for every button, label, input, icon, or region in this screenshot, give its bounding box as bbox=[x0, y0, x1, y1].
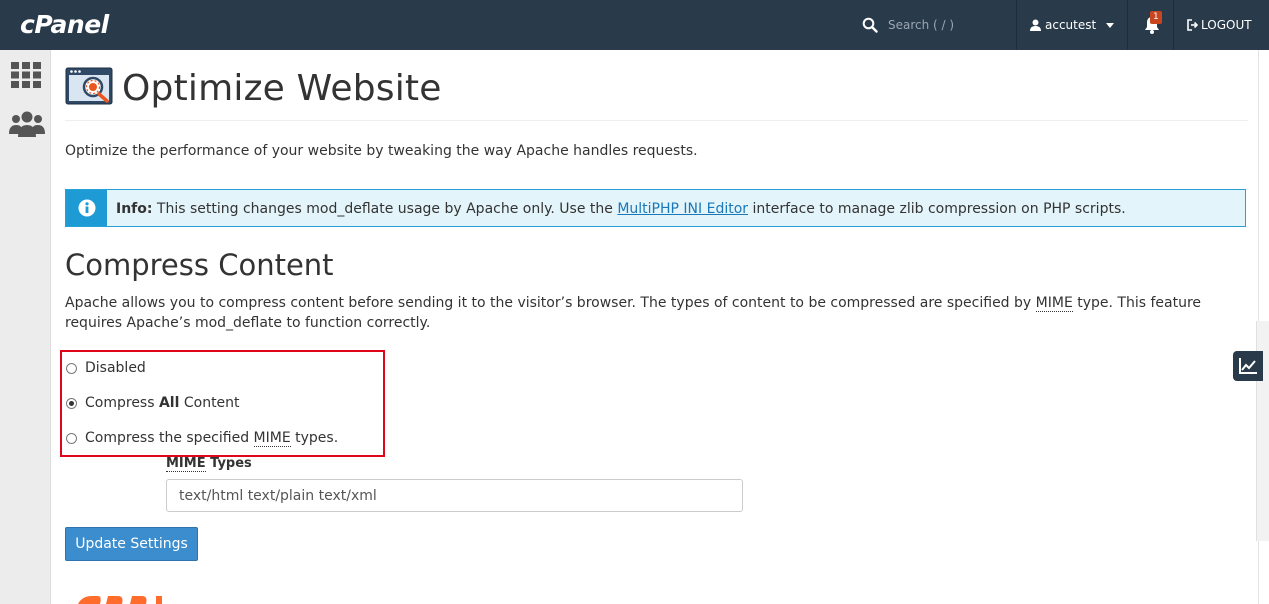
left-sidebar bbox=[0, 50, 51, 604]
mime-types-input[interactable] bbox=[166, 479, 743, 512]
cpanel-footer-logo bbox=[78, 596, 162, 604]
info-icon bbox=[78, 199, 96, 217]
logout-icon bbox=[1187, 19, 1198, 31]
radio-disabled[interactable]: Disabled bbox=[66, 360, 146, 376]
label-text: Types bbox=[205, 456, 252, 471]
section-description: Apache allows you to compress content be… bbox=[65, 293, 1245, 333]
user-icon bbox=[1030, 19, 1041, 31]
radio-button-compress-all[interactable] bbox=[66, 397, 77, 409]
info-label: Info: bbox=[116, 201, 153, 217]
info-alert: Info: This setting changes mod_deflate u… bbox=[65, 189, 1246, 227]
label-bold-text: All bbox=[158, 395, 180, 411]
logout-label: LOGOUT bbox=[1201, 18, 1252, 32]
logout-button[interactable]: LOGOUT bbox=[1186, 0, 1252, 50]
radio-compress-all[interactable]: Compress All Content bbox=[66, 395, 240, 411]
info-text-part2: interface to manage zlib compression on … bbox=[748, 201, 1126, 217]
mime-abbr: MIME bbox=[166, 456, 206, 472]
users-icon[interactable] bbox=[9, 110, 45, 138]
label-text: types. bbox=[290, 430, 339, 446]
radio-button-disabled[interactable] bbox=[66, 362, 77, 374]
radio-label-disabled: Disabled bbox=[85, 360, 146, 376]
username: accutest bbox=[1045, 18, 1097, 32]
update-settings-button[interactable]: Update Settings bbox=[65, 527, 198, 561]
title-divider bbox=[65, 120, 1248, 121]
info-text-part1: This setting changes mod_deflate usage b… bbox=[152, 201, 618, 217]
header-divider bbox=[1173, 0, 1174, 50]
header-divider bbox=[1016, 0, 1017, 50]
chevron-down-icon bbox=[1106, 22, 1115, 28]
radio-label-compress-specified: Compress the specified MIME types. bbox=[85, 430, 339, 447]
mime-abbr: MIME bbox=[1035, 295, 1073, 312]
search-input[interactable] bbox=[886, 17, 1010, 33]
optimize-website-icon bbox=[65, 67, 113, 105]
notification-badge: 1 bbox=[1150, 11, 1162, 24]
line-chart-icon bbox=[1239, 358, 1257, 374]
header-divider bbox=[1127, 0, 1128, 50]
radio-label-compress-all: Compress All Content bbox=[85, 395, 240, 411]
search-icon bbox=[862, 17, 878, 33]
cpanel-logo[interactable]: cPanel bbox=[20, 10, 109, 39]
mime-abbr: MIME bbox=[253, 430, 291, 447]
label-text: Content bbox=[179, 395, 240, 411]
search-bar[interactable] bbox=[860, 0, 1015, 50]
user-menu[interactable]: accutest bbox=[1030, 0, 1115, 50]
section-title: Compress Content bbox=[65, 248, 334, 282]
grid-icon[interactable] bbox=[11, 62, 41, 88]
multiphp-ini-editor-link[interactable]: MultiPHP INI Editor bbox=[617, 201, 748, 217]
label-text: Compress bbox=[85, 395, 159, 411]
section-description-text: Apache allows you to compress content be… bbox=[65, 295, 1036, 311]
radio-compress-specified[interactable]: Compress the specified MIME types. bbox=[66, 430, 339, 447]
info-alert-text: Info: This setting changes mod_deflate u… bbox=[116, 201, 1126, 217]
radio-button-compress-specified[interactable] bbox=[66, 432, 77, 444]
label-text: Compress the specified bbox=[85, 430, 254, 446]
statistics-toggle-button[interactable] bbox=[1233, 351, 1263, 381]
mime-types-label: MIME Types bbox=[166, 456, 252, 472]
page-description: Optimize the performance of your website… bbox=[65, 143, 698, 159]
top-header: cPanel accutest 1 LOGOUT bbox=[0, 0, 1269, 50]
page-title: Optimize Website bbox=[122, 68, 442, 109]
